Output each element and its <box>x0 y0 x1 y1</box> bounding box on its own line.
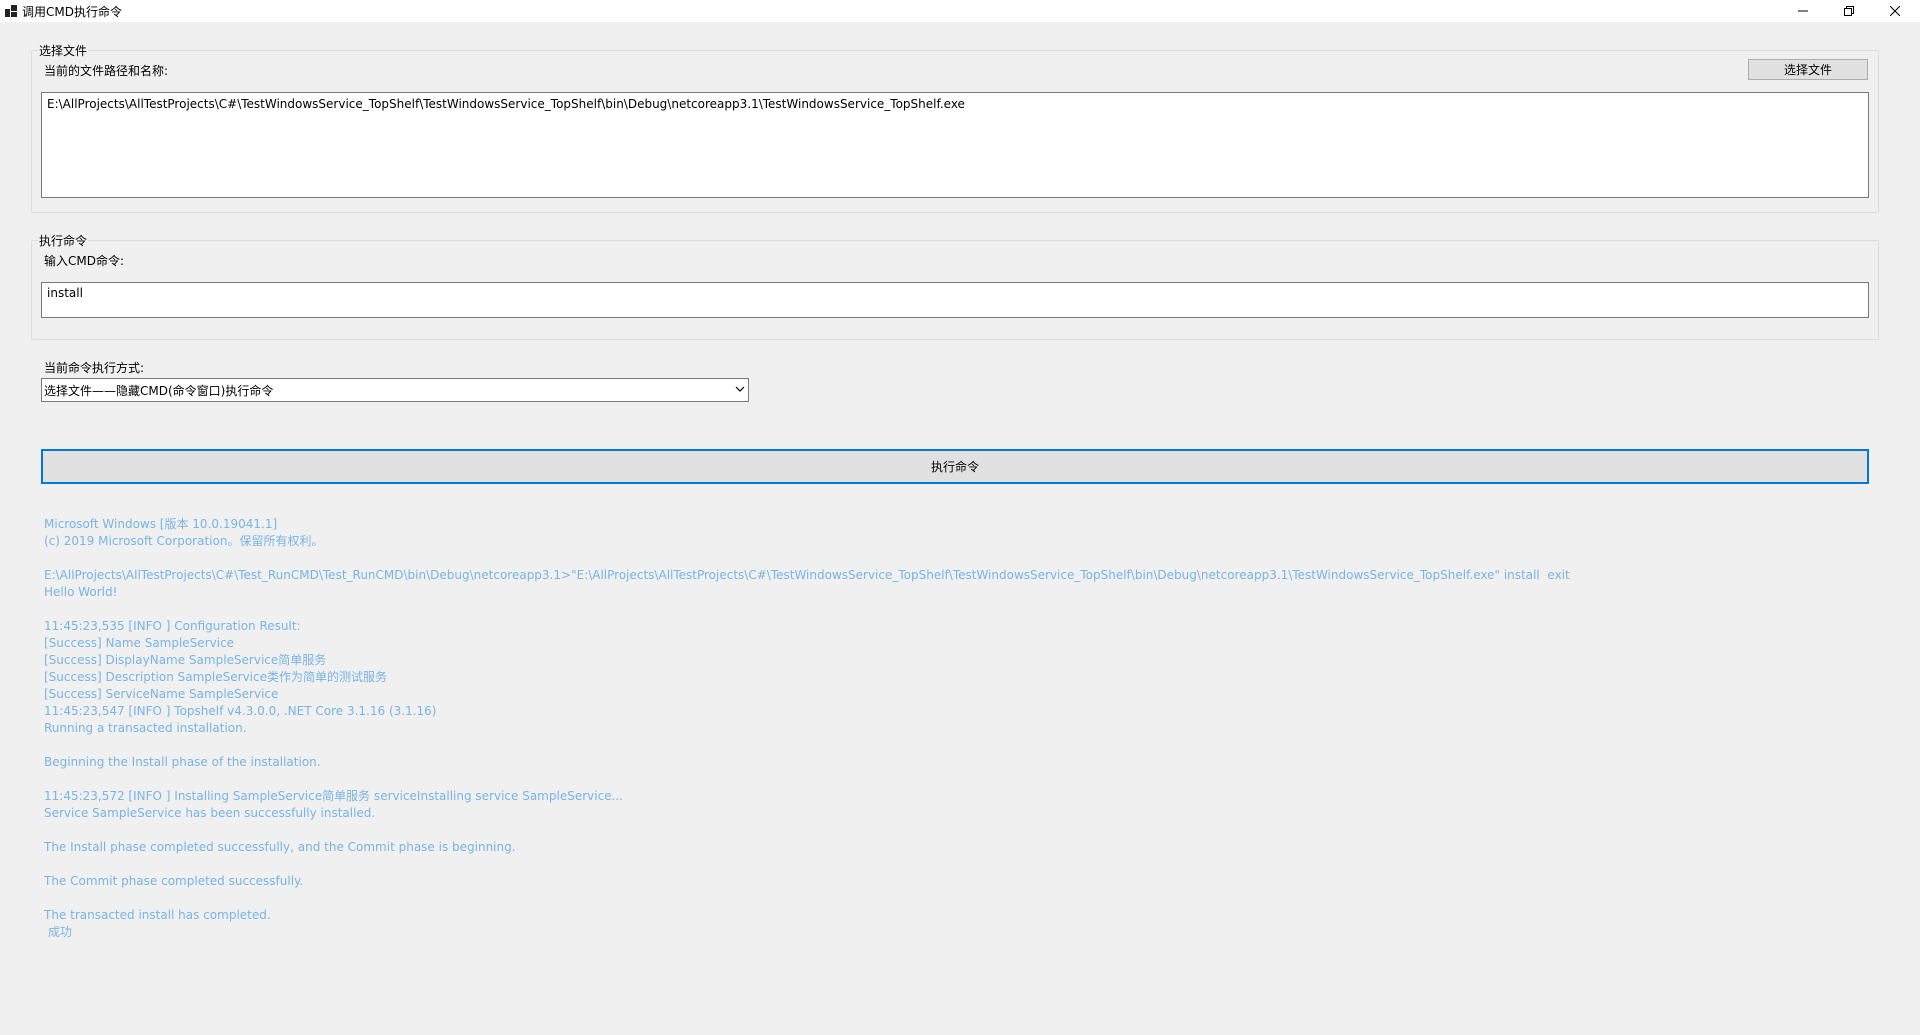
output-line: 11:45:23,535 [INFO ] Configuration Resul… <box>44 619 301 633</box>
close-icon <box>1890 6 1900 16</box>
output-line: E:\AllProjects\AllTestProjects\C#\Test_R… <box>44 568 1570 582</box>
file-path-textbox[interactable]: E:\AllProjects\AllTestProjects\C#\TestWi… <box>41 92 1869 198</box>
mode-select[interactable]: 选择文件——隐藏CMD(命令窗口)执行命令 <box>41 378 749 402</box>
file-group-legend: 选择文件 <box>38 42 89 59</box>
output-line: 11:45:23,547 [INFO ] Topshelf v4.3.0.0, … <box>44 704 437 718</box>
app-window-icon <box>5 5 17 17</box>
output-line: [Success] ServiceName SampleService <box>44 687 279 701</box>
restore-button[interactable] <box>1826 0 1872 22</box>
output-line: Microsoft Windows [版本 10.0.19041.1] <box>44 517 278 531</box>
command-input-label: 输入CMD命令: <box>44 254 125 268</box>
mode-label: 当前命令执行方式: <box>44 361 145 375</box>
minimize-button[interactable] <box>1780 0 1826 22</box>
output-line: The transacted install has completed. <box>44 908 271 922</box>
output-line: [Success] DisplayName SampleService简单服务 <box>44 653 327 667</box>
output-line: The Install phase completed successfully… <box>44 840 516 854</box>
command-input[interactable]: install <box>41 282 1869 318</box>
output-line: (c) 2019 Microsoft Corporation。保留所有权利。 <box>44 534 324 548</box>
output-line: Service SampleService has been successfu… <box>44 806 376 820</box>
mode-select-value: 选择文件——隐藏CMD(命令窗口)执行命令 <box>44 384 274 398</box>
output-line: Beginning the Install phase of the insta… <box>44 755 321 769</box>
close-button[interactable] <box>1872 0 1918 22</box>
execute-command-button[interactable]: 执行命令 <box>41 449 1869 484</box>
title-bar: 调用CMD执行命令 <box>0 0 1920 22</box>
command-output: Microsoft Windows [版本 10.0.19041.1] (c) 2… <box>44 516 1864 941</box>
output-line: Running a transacted installation. <box>44 721 247 735</box>
chevron-down-icon <box>735 386 745 392</box>
output-line: 成功 <box>44 925 72 939</box>
minimize-icon <box>1798 10 1808 12</box>
output-line: The Commit phase completed successfully. <box>44 874 304 888</box>
restore-icon <box>1844 6 1854 16</box>
select-file-button[interactable]: 选择文件 <box>1748 59 1868 80</box>
file-path-label: 当前的文件路径和名称: <box>44 64 169 78</box>
output-line: 11:45:23,572 [INFO ] Installing SampleSe… <box>44 789 624 803</box>
command-group-legend: 执行命令 <box>38 232 89 249</box>
output-line: [Success] Description SampleService类作为简单… <box>44 670 387 684</box>
output-line: [Success] Name SampleService <box>44 636 235 650</box>
window-title: 调用CMD执行命令 <box>22 5 122 19</box>
output-line: Hello World! <box>44 585 118 599</box>
